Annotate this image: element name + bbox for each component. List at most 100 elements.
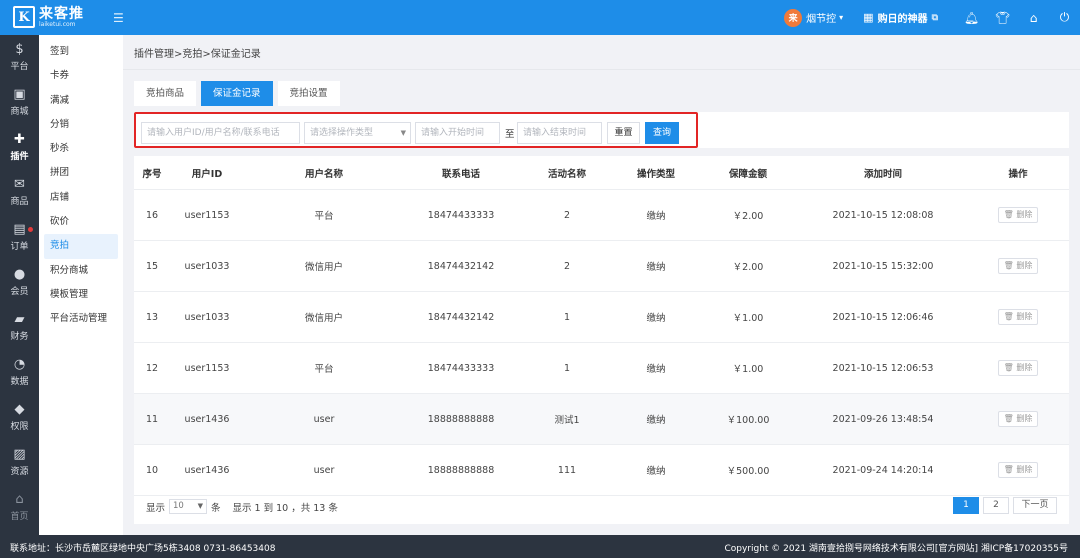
sub-item-group-buy[interactable]: 拼团 — [39, 161, 123, 185]
trash-icon: 🗑︎ — [1003, 210, 1017, 219]
cell-index: 15 — [145, 260, 159, 272]
image-icon: ▣ — [13, 87, 26, 102]
nav-item-permissions[interactable]: ◆ 权限 — [0, 395, 39, 440]
delete-button[interactable]: 🗑︎ 删除 — [997, 258, 1039, 274]
filter-panel: 请输入用户ID/用户名称/联系电话 请选择操作类型 ▼ 请输入开始时间 至 请输… — [134, 112, 1069, 148]
column-header-index: 序号 — [142, 168, 162, 180]
avatar: 来 — [784, 8, 803, 27]
cell-actions: 🗑︎ 删除 — [988, 394, 1048, 444]
delete-button[interactable]: 🗑︎ 删除 — [997, 411, 1039, 427]
page-size-select[interactable]: 10 ▼ — [169, 499, 208, 514]
cell-index: 13 — [145, 311, 159, 323]
cell-deposit-amount: ￥2.00 — [732, 262, 764, 273]
cell-activity-name: 111 — [557, 464, 577, 476]
sub-item-auction[interactable]: 竞拍 — [44, 234, 118, 259]
logo-name: 来客推 — [39, 5, 84, 22]
page-size-label: 显示 — [146, 502, 166, 514]
nav-item-finance[interactable]: ▰ 财务 — [0, 305, 39, 350]
shirt-icon[interactable]: 👕︎ — [987, 11, 1018, 25]
chevron-down-icon: ▼ — [400, 129, 406, 137]
cell-operation-type: 缴纳 — [646, 415, 666, 426]
cell-user-id: user1033 — [184, 260, 230, 272]
cell-user-id: user1153 — [184, 209, 230, 221]
logo[interactable]: K 来客推 laiketui.com — [13, 6, 84, 28]
nav-item-platform[interactable]: $ 平台 — [0, 35, 39, 80]
cell-user-name: user — [313, 413, 335, 425]
logo-mark: K — [13, 6, 35, 28]
cell-deposit-amount: ￥1.00 — [732, 364, 764, 375]
nav-item-home[interactable]: ⌂ 首页 — [0, 485, 39, 530]
sub-item-points-mall[interactable]: 积分商城 — [39, 259, 123, 283]
delete-label: 删除 — [1016, 210, 1033, 219]
shop-link[interactable]: ▦ 购日的神器 ⧉ — [863, 10, 938, 25]
home-icon[interactable]: ⌂ — [1018, 11, 1049, 25]
cell-user-name: 微信用户 — [304, 262, 343, 273]
cell-activity-name: 测试1 — [554, 415, 580, 426]
query-button[interactable]: 查询 — [645, 122, 679, 144]
tab-deposit-records[interactable]: 保证金记录 — [201, 81, 273, 106]
pagination-summary: 显示 1 到 10 ，共 13 条 — [232, 502, 338, 514]
power-icon[interactable]: ⏻ — [1049, 10, 1080, 25]
clipboard-icon: ▤ — [13, 222, 26, 237]
delete-button[interactable]: 🗑︎ 删除 — [997, 462, 1039, 478]
column-header-user-name: 用户名称 — [304, 168, 343, 180]
cell-user-name: 平台 — [314, 211, 334, 222]
trash-icon: 🗑︎ — [1003, 312, 1017, 321]
sub-item-distribution[interactable]: 分销 — [39, 113, 123, 137]
cell-user-name: 平台 — [314, 364, 334, 375]
trash-icon: 🗑︎ — [1003, 414, 1017, 423]
nav-item-orders[interactable]: ▤ 订单 — [0, 215, 39, 260]
puzzle-icon: ✚ — [14, 132, 25, 147]
column-header-actions: 操作 — [1008, 168, 1028, 180]
main-nav: $ 平台 ▣ 商城 ✚ 插件 ✉ 商品 ▤ 订单 ● 会员 ▰ 财务 ◔ 数据 ◆ 权限 ▨ 资源 … — [0, 35, 39, 535]
product-icon: ✉ — [14, 177, 25, 192]
cell-index: 12 — [145, 362, 159, 374]
nav-item-mall[interactable]: ▣ 商城 — [0, 80, 39, 125]
sub-item-flash-sale[interactable]: 秒杀 — [39, 137, 123, 161]
start-time-input[interactable]: 请输入开始时间 — [415, 122, 500, 144]
delete-button[interactable]: 🗑︎ 删除 — [997, 309, 1039, 325]
chevron-down-icon: ▼ — [197, 502, 204, 510]
breadcrumb: 插件管理>竞拍>保证金记录 — [134, 49, 261, 60]
operation-type-select[interactable]: 请选择操作类型 ▼ — [304, 122, 411, 144]
sub-item-discount[interactable]: 满减 — [39, 89, 123, 113]
sub-item-checkin[interactable]: 签到 — [39, 40, 123, 64]
page-button-2[interactable]: 2 — [983, 497, 1009, 514]
delete-label: 删除 — [1016, 414, 1033, 423]
page-button-1[interactable]: 1 — [953, 497, 979, 514]
cell-deposit-amount: ￥2.00 — [732, 211, 764, 222]
delete-label: 删除 — [1016, 363, 1033, 372]
nav-item-resources[interactable]: ▨ 资源 — [0, 440, 39, 485]
trash-icon: 🗑︎ — [1003, 261, 1017, 270]
hamburger-icon[interactable]: ☰ — [113, 11, 124, 25]
cell-deposit-amount: ￥500.00 — [726, 466, 770, 477]
bell-icon[interactable]: 🔔︎ — [956, 11, 987, 25]
tab-auction-products[interactable]: 竞拍商品 — [134, 81, 197, 106]
footer-address: 联系地址：长沙市岳麓区绿地中央广场5栋3408 0731-86453408 — [10, 544, 276, 554]
cell-deposit-amount: ￥100.00 — [726, 415, 770, 426]
delete-button[interactable]: 🗑︎ 删除 — [997, 360, 1039, 376]
shield-icon: ◆ — [14, 402, 25, 417]
table-row: 12 user1153 平台 18474433333 1 缴纳 ￥1.00 2021-10-1… — [134, 343, 1069, 394]
cell-index: 10 — [145, 464, 159, 476]
user-search-input[interactable]: 请输入用户ID/用户名称/联系电话 — [141, 122, 300, 144]
sub-item-templates[interactable]: 模板管理 — [39, 283, 123, 307]
end-time-input[interactable]: 请输入结束时间 — [517, 122, 602, 144]
delete-button[interactable]: 🗑︎ 删除 — [997, 207, 1039, 223]
user-menu[interactable]: 来 烟节控 ▾ — [784, 8, 843, 27]
sub-item-stores[interactable]: 店铺 — [39, 186, 123, 210]
sub-item-coupons[interactable]: 卡券 — [39, 64, 123, 88]
cell-phone: 18474432142 — [427, 311, 495, 323]
sub-item-platform-activities[interactable]: 平台活动管理 — [39, 307, 123, 331]
sub-item-bargain[interactable]: 砍价 — [39, 210, 123, 234]
shop-name: 购日的神器 — [877, 14, 928, 25]
next-page-button[interactable]: 下一页 — [1013, 497, 1057, 514]
nav-item-plugins[interactable]: ✚ 插件 — [0, 125, 39, 170]
nav-item-products[interactable]: ✉ 商品 — [0, 170, 39, 215]
nav-item-members[interactable]: ● 会员 — [0, 260, 39, 305]
pie-chart-icon: ◔ — [13, 357, 26, 372]
tab-auction-settings[interactable]: 竞拍设置 — [277, 81, 340, 106]
nav-item-data[interactable]: ◔ 数据 — [0, 350, 39, 395]
table-row: 10 user1436 user 18888888888 111 缴纳 ￥500.00 202… — [134, 445, 1069, 496]
reset-button[interactable]: 重置 — [607, 122, 640, 144]
